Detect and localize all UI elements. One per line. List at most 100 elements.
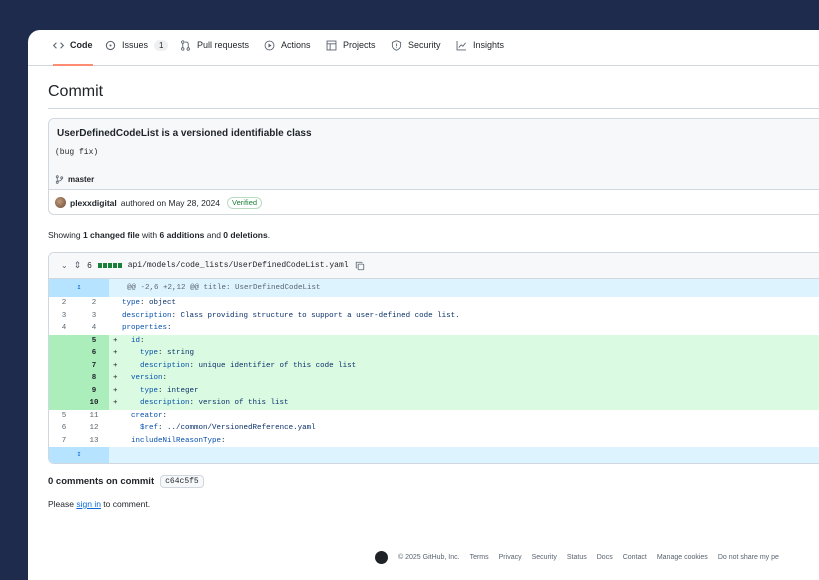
- code-line: + type: string: [113, 349, 195, 357]
- summary-end: .: [267, 230, 271, 240]
- footer: © 2025 GitHub, Inc. Terms Privacy Securi…: [375, 551, 779, 564]
- summary-files: 1 changed file: [82, 230, 140, 240]
- old-line-number[interactable]: 2: [49, 297, 79, 310]
- tab-actions-label: Actions: [281, 40, 311, 50]
- footer-link-do-not-share[interactable]: Do not share my pe: [718, 554, 779, 561]
- old-line-number[interactable]: [49, 359, 79, 372]
- footer-link-manage-cookies[interactable]: Manage cookies: [657, 554, 708, 561]
- code-line: + version:: [113, 374, 168, 382]
- graph-icon: [456, 40, 467, 51]
- diff-line: 6 12 $ref: ../common/VersionedReference.y…: [49, 422, 819, 435]
- tab-code[interactable]: Code: [53, 40, 93, 66]
- tab-projects[interactable]: Projects: [326, 40, 376, 66]
- unfold-icon[interactable]: ⇕: [74, 260, 82, 271]
- footer-link-security[interactable]: Security: [532, 554, 557, 561]
- new-line-number[interactable]: 9: [79, 384, 109, 397]
- code-line: description: Class providing structure t…: [122, 311, 460, 320]
- old-line-number[interactable]: [49, 347, 79, 360]
- diff-line: 22 type: object: [49, 297, 819, 310]
- diff-change-count: 6: [87, 261, 92, 270]
- footer-link-privacy[interactable]: Privacy: [499, 554, 522, 561]
- new-line-number[interactable]: 11: [79, 410, 109, 423]
- new-line-number[interactable]: 4: [79, 322, 109, 335]
- tab-pull-requests[interactable]: Pull requests: [180, 40, 249, 66]
- summary-with: with: [139, 230, 160, 240]
- tab-actions[interactable]: Actions: [264, 40, 311, 66]
- old-line-number[interactable]: [49, 384, 79, 397]
- tab-insights[interactable]: Insights: [456, 40, 504, 66]
- summary-additions: 6 additions: [159, 230, 205, 240]
- file-diff: ⌄ ⇕ 6 api/models/code_lists/UserDefinedC…: [48, 252, 819, 464]
- code-line: + id:: [113, 336, 145, 345]
- footer-link-contact[interactable]: Contact: [623, 554, 647, 561]
- avatar[interactable]: [55, 197, 66, 208]
- expand-down-icon[interactable]: ↧: [49, 447, 109, 463]
- diff-line: 33 description: Class providing structur…: [49, 310, 819, 323]
- code-line: creator:: [131, 411, 168, 420]
- file-path[interactable]: api/models/code_lists/UserDefinedCodeLis…: [128, 261, 349, 270]
- code-line: + type: integer: [113, 386, 199, 395]
- commit-box: UserDefinedCodeList is a versioned ident…: [48, 118, 819, 215]
- diff-lines: 22 type: object 3 3 description: Class pro…: [49, 297, 819, 447]
- new-line-number[interactable]: 3: [79, 310, 109, 323]
- diff-line: 44 properties:: [49, 322, 819, 335]
- code-line: type: object: [122, 299, 177, 307]
- new-line-number[interactable]: 10: [79, 397, 109, 410]
- new-line-number[interactable]: 5: [79, 334, 109, 347]
- expand-row: ↧: [49, 447, 819, 463]
- branch-label[interactable]: master: [55, 175, 94, 184]
- github-logo-icon[interactable]: [375, 551, 388, 564]
- tab-security[interactable]: Security: [391, 40, 441, 66]
- copy-icon[interactable]: [355, 261, 365, 271]
- hunk-header: ↥ @@ -2,6 +2,12 @@ title: UserDefinedCod…: [49, 279, 819, 297]
- verified-badge[interactable]: Verified: [227, 196, 263, 209]
- diff-line: 10 + description: version of this list: [49, 397, 819, 410]
- author-name[interactable]: plexxdigital: [70, 198, 117, 208]
- summary-deletions: 0 deletions: [223, 230, 268, 240]
- new-line-number[interactable]: 7: [79, 359, 109, 372]
- commit-sha[interactable]: c64c5f5: [160, 475, 204, 488]
- diff-line: 7 13 includeNilReasonType:: [49, 435, 819, 448]
- old-line-number[interactable]: [49, 372, 79, 385]
- comments-title: 0 comments on commit: [48, 476, 155, 487]
- diff-line: 7 + description: unique identifier of thi…: [49, 359, 819, 372]
- commit-title: UserDefinedCodeList is a versioned ident…: [57, 128, 312, 139]
- signin-link[interactable]: sign in: [76, 499, 101, 509]
- signin-prompt: Please sign in to comment.: [48, 499, 150, 509]
- footer-link-terms[interactable]: Terms: [470, 554, 489, 561]
- commit-description: (bug fix): [55, 148, 99, 157]
- chevron-down-icon[interactable]: ⌄: [61, 261, 68, 270]
- hunk-text: @@ -2,6 +2,12 @@ title: UserDefinedCodeL…: [127, 284, 321, 292]
- footer-link-status[interactable]: Status: [567, 554, 587, 561]
- new-line-number[interactable]: 12: [79, 422, 109, 435]
- tab-code-label: Code: [70, 40, 93, 50]
- authored-date: authored on May 28, 2024: [120, 197, 221, 208]
- new-line-number[interactable]: 2: [79, 297, 109, 310]
- footer-link-docs[interactable]: Docs: [597, 554, 613, 561]
- summary-prefix: Showing: [48, 230, 83, 240]
- tab-pull-requests-label: Pull requests: [197, 40, 250, 50]
- old-line-number[interactable]: [49, 334, 79, 347]
- signin-please: Please: [48, 499, 77, 509]
- shield-icon: [391, 40, 402, 51]
- code-icon: [53, 40, 64, 51]
- new-line-number[interactable]: 8: [79, 372, 109, 385]
- tab-insights-label: Insights: [473, 40, 505, 50]
- tab-projects-label: Projects: [343, 40, 376, 50]
- old-line-number[interactable]: 6: [49, 422, 79, 435]
- old-line-number[interactable]: 5: [49, 410, 79, 423]
- code-line: includeNilReasonType:: [131, 436, 226, 445]
- tab-issues[interactable]: Issues 1: [105, 40, 169, 66]
- code-line: properties:: [122, 324, 172, 332]
- old-line-number[interactable]: [49, 397, 79, 410]
- old-line-number[interactable]: 4: [49, 322, 79, 335]
- expand-up-icon[interactable]: ↥: [49, 279, 109, 297]
- old-line-number[interactable]: 7: [49, 435, 79, 448]
- repo-nav-tabs: Code Issues 1 Pull requests Actions Proj…: [28, 30, 819, 66]
- comments-heading: 0 comments on commit c64c5f5: [48, 475, 204, 488]
- new-line-number[interactable]: 13: [79, 435, 109, 448]
- old-line-number[interactable]: 3: [49, 310, 79, 323]
- branch-name: master: [68, 175, 95, 184]
- new-line-number[interactable]: 6: [79, 347, 109, 360]
- commit-header: UserDefinedCodeList is a versioned ident…: [49, 119, 819, 190]
